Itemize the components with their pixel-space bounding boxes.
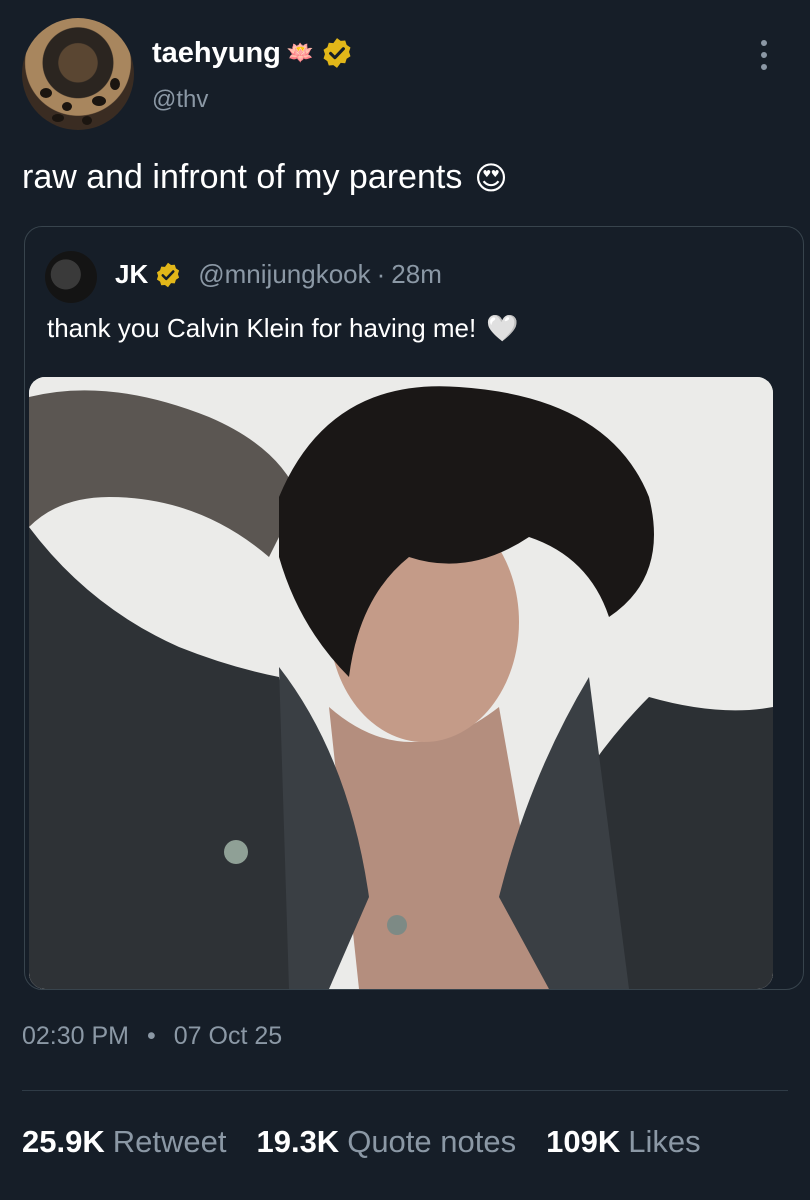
quote-stat[interactable]: 19.3K Quote notes [256,1124,516,1160]
tweet-text: raw and infront of my parents 😍 [22,158,508,197]
quote-label: Quote notes [347,1124,517,1159]
quoted-tweet-card[interactable]: JK @mnijungkook · 28m thank you Calvin K… [24,226,804,990]
retweet-label: Retweet [112,1124,227,1159]
timestamp-separator: • [147,1022,156,1050]
author-display-name[interactable]: taehyung [152,37,281,70]
quoted-separator: · [376,259,386,289]
quote-count: 19.3K [256,1124,340,1159]
quoted-header: JK @mnijungkook · 28m [115,259,442,290]
quoted-author-handle: @mnijungkook [198,259,371,289]
engagement-stats: 25.9K Retweet 19.3K Quote notes 109K Lik… [22,1124,701,1160]
divider [22,1090,788,1091]
quoted-body: thank you Calvin Klein for having me! [47,313,477,343]
quoted-text: thank you Calvin Klein for having me! 🤍 [47,313,519,344]
like-label: Likes [628,1124,701,1159]
tweet-date: 07 Oct 25 [173,1022,283,1050]
verified-badge-icon [157,262,180,287]
tweet-body: raw and infront of my parents [22,158,463,196]
author-handle[interactable]: @thv [152,86,208,114]
retweet-stat[interactable]: 25.9K Retweet [22,1124,226,1160]
quoted-author-avatar [45,251,97,303]
author-name-row[interactable]: taehyung 🪷 [152,36,354,70]
tweet-time: 02:30 PM [22,1022,130,1050]
photo-icon [29,377,773,989]
retweet-count: 25.9K [22,1124,105,1159]
more-options-icon[interactable] [756,40,772,70]
lotus-emoji: 🪷 [286,40,315,65]
quoted-author-name: JK [115,259,149,289]
quoted-time: 28m [391,259,442,289]
verified-badge-icon [323,38,351,68]
tweet-timestamp: 02:30 PM • 07 Oct 25 [22,1022,282,1051]
quoted-photo[interactable] [29,377,773,989]
heart-eyes-emoji: 😍 [474,159,508,196]
like-count: 109K [546,1124,621,1159]
white-heart-emoji: 🤍 [486,313,519,343]
author-avatar[interactable] [22,18,134,130]
like-stat[interactable]: 109K Likes [546,1124,700,1160]
